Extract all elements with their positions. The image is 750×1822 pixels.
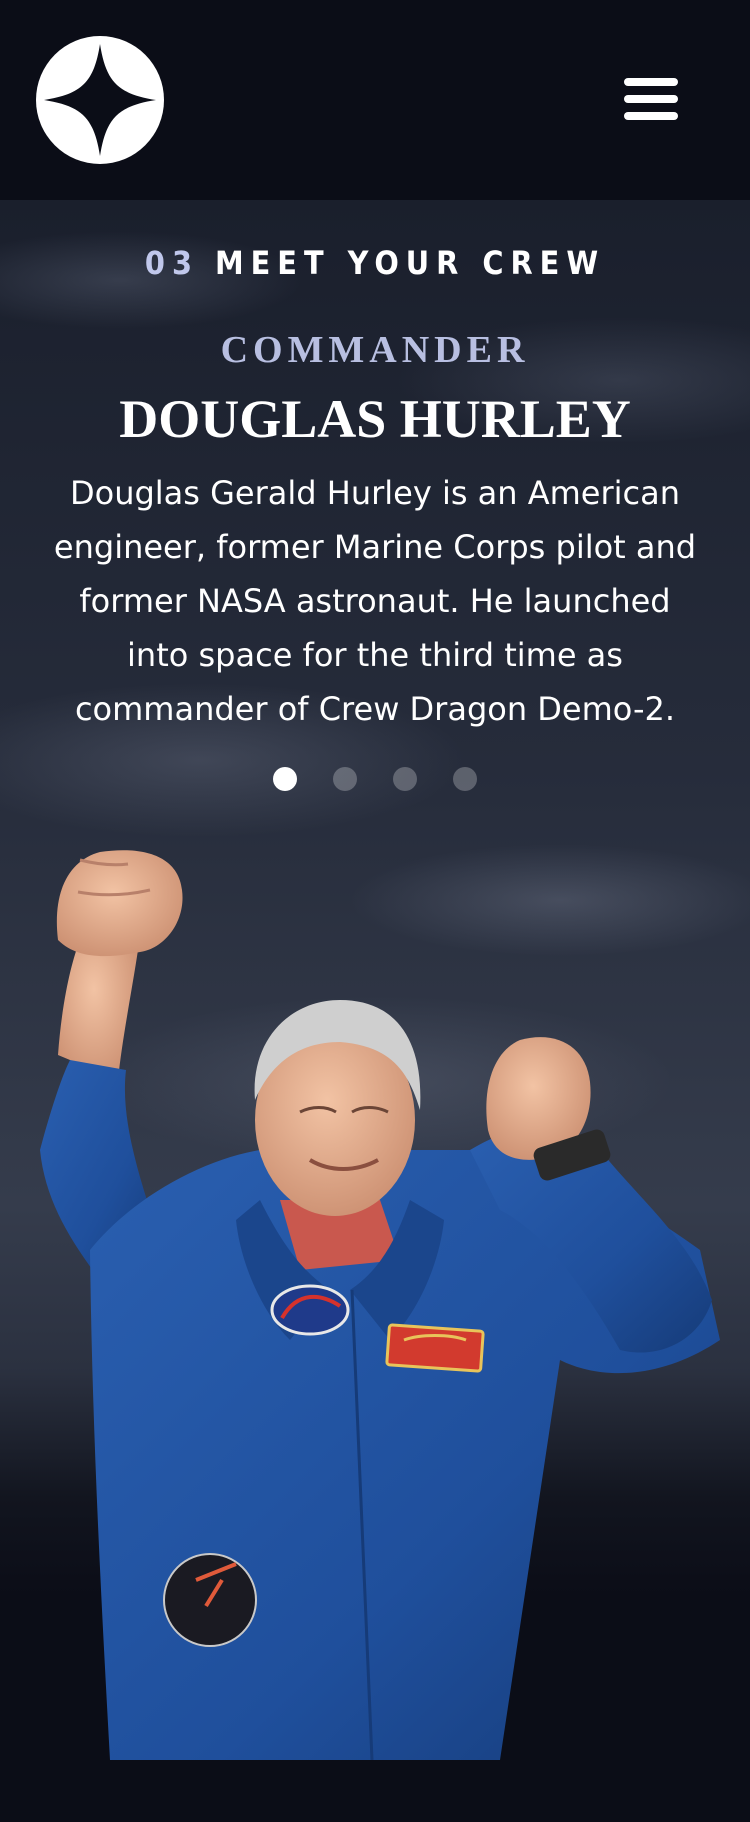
carousel-dot-4[interactable] xyxy=(453,767,477,791)
carousel-dot-3[interactable] xyxy=(393,767,417,791)
hamburger-menu-icon[interactable] xyxy=(622,76,680,122)
site-header xyxy=(0,0,750,200)
page-heading-number: 03 xyxy=(144,244,199,282)
crew-role: COMMANDER xyxy=(220,329,530,371)
crew-name: DOUGLAS HURLEY xyxy=(119,389,631,449)
logo-icon[interactable] xyxy=(36,36,164,164)
page-heading: 03 MEET YOUR CREW xyxy=(0,244,750,282)
carousel-dot-2[interactable] xyxy=(333,767,357,791)
page-heading-text: MEET YOUR CREW xyxy=(214,244,606,282)
crew-photo xyxy=(0,820,750,1760)
carousel-dots xyxy=(0,767,750,791)
crew-page: 03 MEET YOUR CREW COMMANDER DOUGLAS HURLE… xyxy=(0,0,750,1822)
carousel-dot-1[interactable] xyxy=(273,767,297,791)
crew-bio: Douglas Gerald Hurley is an American eng… xyxy=(53,474,697,728)
